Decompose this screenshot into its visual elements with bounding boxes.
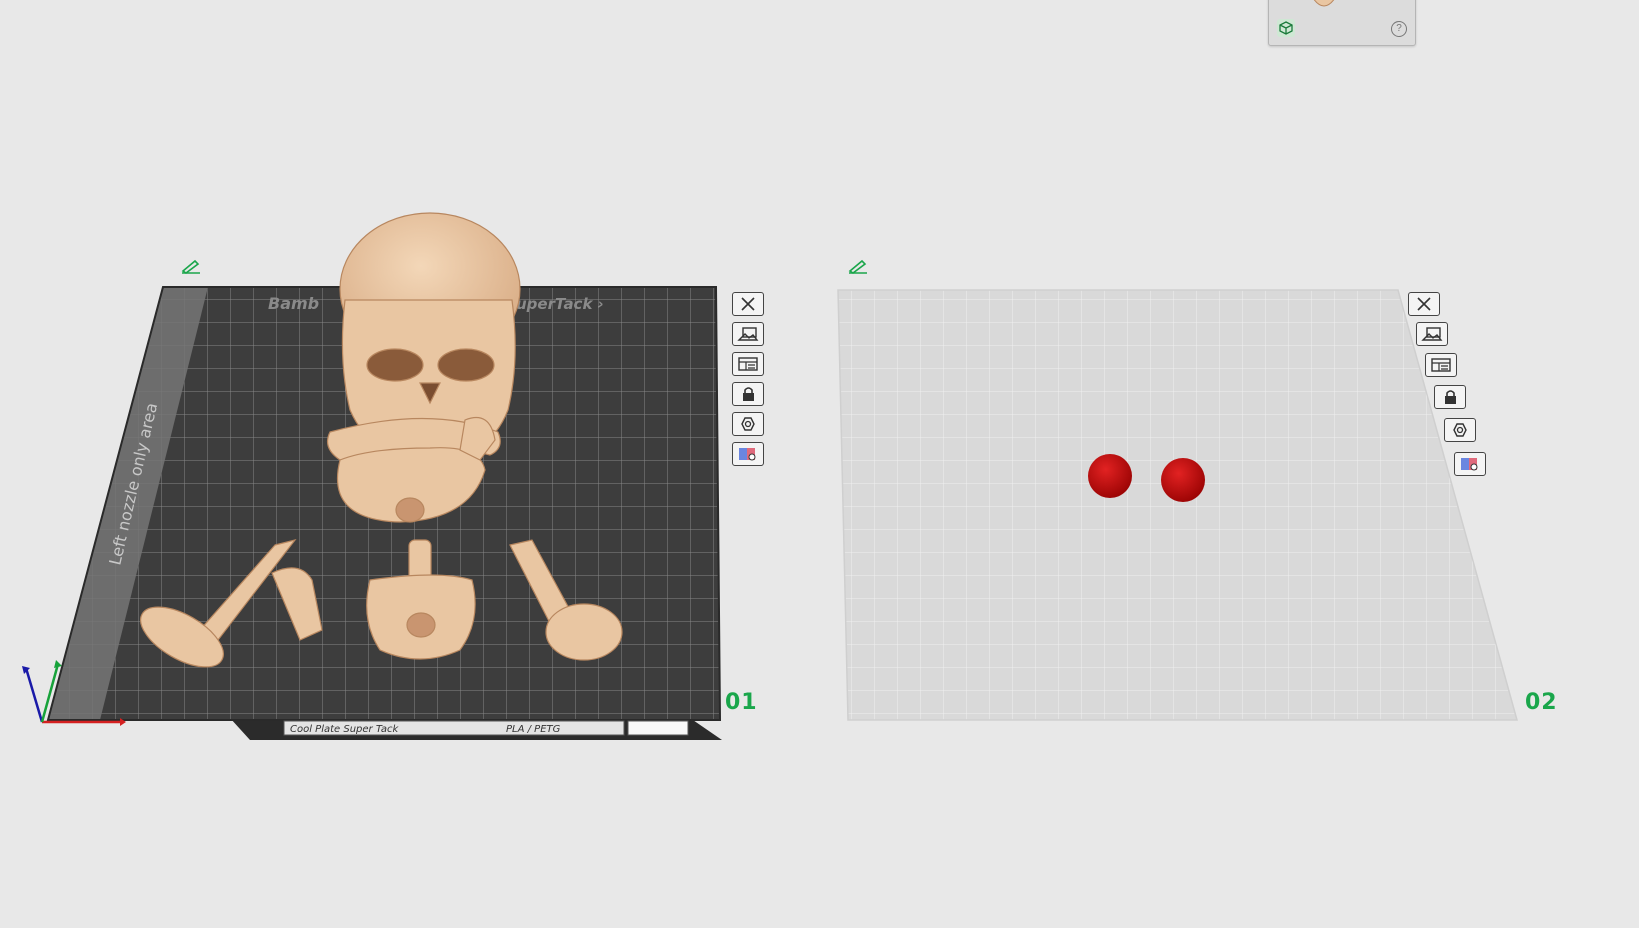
plate-settings-button[interactable] — [732, 412, 764, 436]
plate-brand-text-right: uperTack › — [516, 295, 604, 313]
plate-02-number: 02 — [1525, 690, 1558, 715]
object-thumbnail[interactable]: ? — [1268, 0, 1416, 46]
plate-01-toolbar — [732, 292, 764, 466]
lock-plate-button[interactable] — [1434, 385, 1466, 409]
3d-viewport[interactable]: Bamb uperTack › Left nozzle only area Co… — [0, 0, 1639, 928]
arrange-plate-button[interactable] — [1425, 353, 1457, 377]
arrange-plate-button[interactable] — [732, 352, 764, 376]
lock-icon — [1445, 390, 1456, 404]
plate-type-label: Cool Plate Super Tack — [290, 724, 400, 735]
help-icon[interactable]: ? — [1391, 21, 1407, 37]
close-icon — [1417, 297, 1431, 311]
thumbnail-skull-preview — [1313, 0, 1335, 7]
arrange-icon — [1431, 358, 1451, 372]
filament-eye-icon — [739, 448, 756, 461]
delete-plate-button[interactable] — [1408, 292, 1440, 316]
cube-icon[interactable] — [1277, 19, 1295, 37]
arrange-icon — [738, 357, 758, 371]
orient-plate-button[interactable] — [732, 322, 764, 346]
plate-02-edit-name-icon[interactable] — [847, 258, 869, 274]
plate-01-edit-name-icon[interactable] — [180, 258, 202, 274]
filament-type-label: PLA / PETG — [506, 724, 561, 735]
plate-settings-button[interactable] — [1444, 418, 1476, 442]
filament-eye-icon — [1461, 458, 1478, 471]
plate-02[interactable] — [837, 289, 1518, 721]
lock-plate-button[interactable] — [732, 382, 764, 406]
orient-plate-button[interactable] — [1416, 322, 1448, 346]
settings-hex-icon — [1453, 423, 1467, 437]
orient-icon — [737, 327, 759, 341]
red-sphere-1[interactable] — [1088, 454, 1132, 498]
delete-plate-button[interactable] — [732, 292, 764, 316]
settings-hex-icon — [741, 417, 755, 431]
lock-icon — [743, 387, 754, 401]
filament-view-button[interactable] — [732, 442, 764, 466]
red-sphere-2[interactable] — [1161, 458, 1205, 502]
orient-icon — [1421, 327, 1443, 341]
filament-view-button[interactable] — [1454, 452, 1486, 476]
plate-brand-text-left: Bamb — [268, 294, 319, 313]
plate-01-number: 01 — [725, 690, 758, 715]
close-icon — [741, 297, 755, 311]
